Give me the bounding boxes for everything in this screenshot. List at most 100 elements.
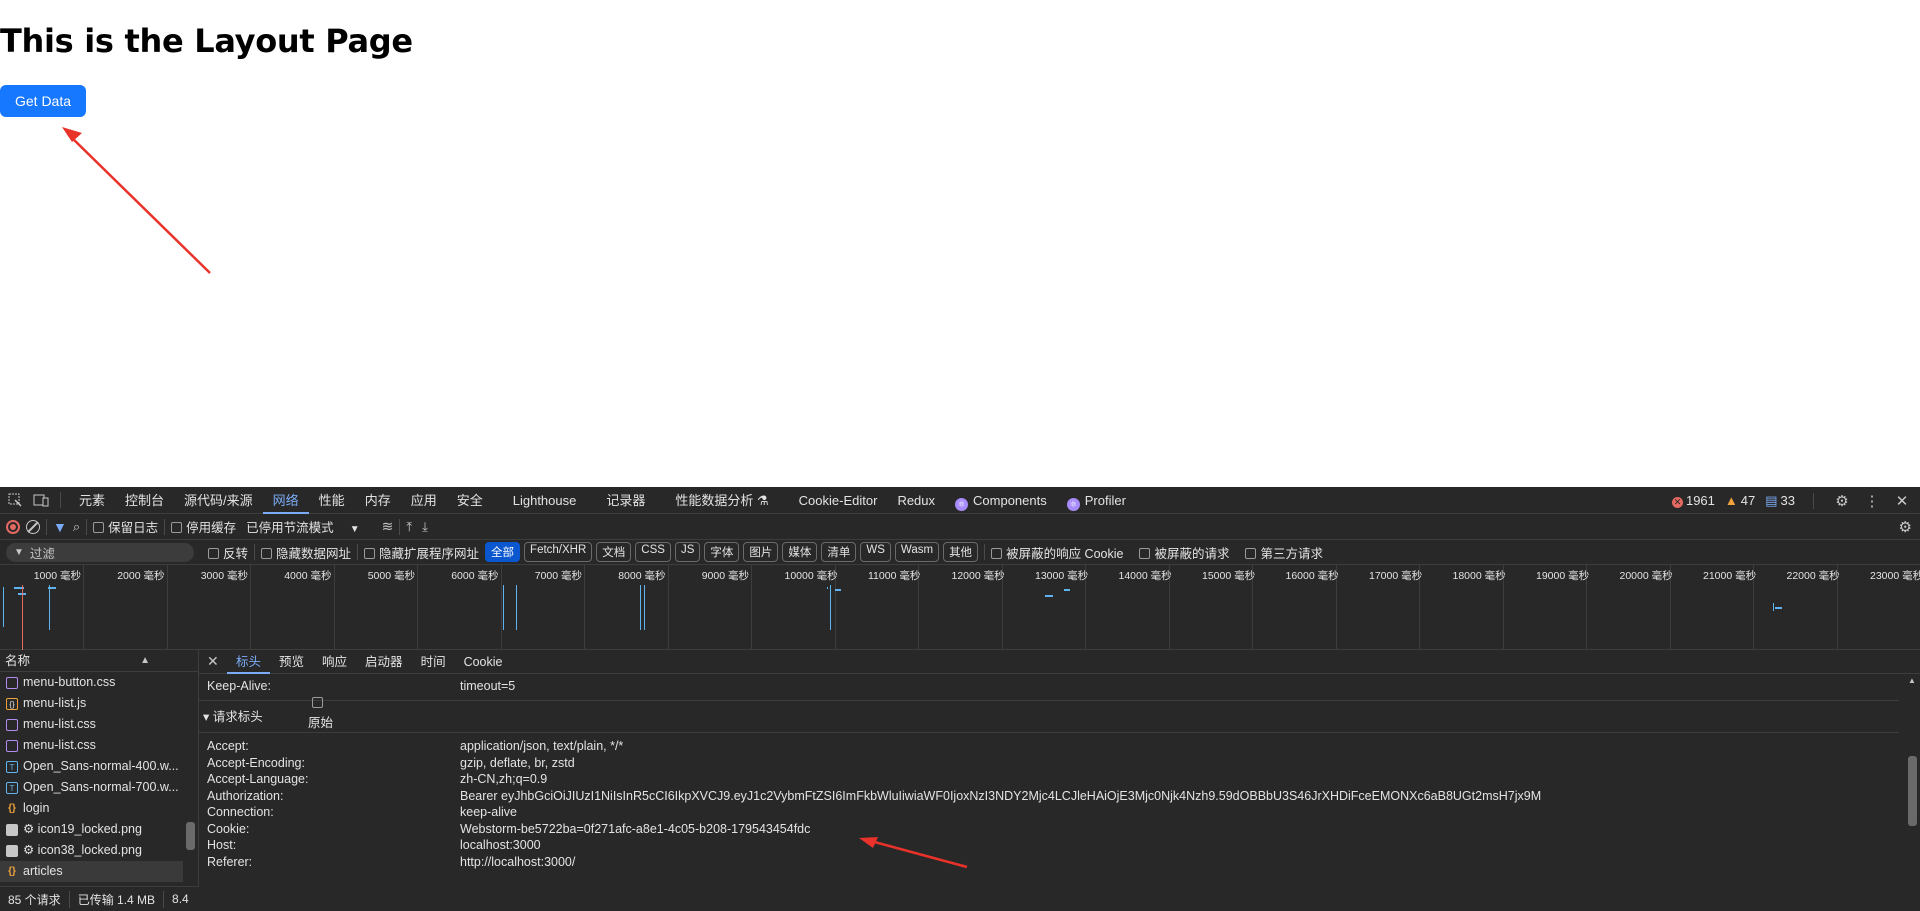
checkbox-icon[interactable] bbox=[261, 547, 273, 559]
raw-checkbox[interactable] bbox=[312, 697, 323, 708]
request-name: Open_Sans-normal-700.w... bbox=[23, 780, 179, 794]
type-filter-pill[interactable]: 字体 bbox=[704, 542, 740, 562]
checkbox-icon[interactable] bbox=[364, 547, 376, 559]
type-filter-pill[interactable]: 文档 bbox=[596, 542, 632, 562]
header-value[interactable]: zh-CN,zh;q=0.9 bbox=[460, 772, 547, 786]
devtools-tab[interactable]: ⚛ Profiler bbox=[1057, 487, 1136, 514]
devtools-tab[interactable]: 元素 bbox=[69, 487, 115, 514]
filter-input[interactable]: ▼ 过滤 bbox=[6, 542, 194, 562]
throttling-select[interactable]: 已停用节流模式 ▼ bbox=[246, 517, 359, 536]
disable-cache-checkbox[interactable]: 停用缓存 bbox=[171, 517, 236, 536]
request-row[interactable]: menu-button.css bbox=[0, 672, 183, 693]
message-count[interactable]: ▤ 33 bbox=[1765, 493, 1795, 509]
record-icon[interactable] bbox=[6, 519, 20, 534]
filter-funnel-icon[interactable]: ▼ bbox=[53, 519, 67, 535]
devtools-tab[interactable]: 性能 bbox=[309, 487, 355, 514]
header-value[interactable]: Bearer eyJhbGciOiJIUzI1NiIsInR5cCI6IkpXV… bbox=[460, 789, 1541, 803]
details-tab[interactable]: 启动器 bbox=[356, 650, 412, 674]
devtools-tab[interactable]: 内存 bbox=[355, 487, 401, 514]
devtools-tab[interactable]: ⚛ Components bbox=[945, 487, 1057, 514]
inspect-element-icon[interactable] bbox=[4, 489, 26, 511]
export-har-icon[interactable]: ⤓ bbox=[422, 519, 428, 535]
devtools-tab[interactable]: Redux bbox=[887, 487, 945, 514]
type-filter-pill[interactable]: 媒体 bbox=[782, 542, 818, 562]
warning-count[interactable]: ▲ 47 bbox=[1725, 493, 1755, 508]
request-row[interactable]: ⚙ icon19_locked.png bbox=[0, 819, 183, 840]
request-row[interactable]: menu-list.css bbox=[0, 714, 183, 735]
devtools-tab[interactable]: 源代码/来源 bbox=[174, 487, 263, 514]
details-tab[interactable]: 标头 bbox=[227, 650, 271, 674]
devtools-tab[interactable]: 安全 bbox=[447, 487, 493, 514]
header-value[interactable]: application/json, text/plain, */* bbox=[460, 739, 623, 753]
close-devtools-icon[interactable]: ✕ bbox=[1892, 492, 1912, 510]
devtools-tab[interactable]: Lighthouse bbox=[503, 487, 587, 514]
type-filter-pill[interactable]: 图片 bbox=[743, 542, 779, 562]
type-filter-pill[interactable]: 全部 bbox=[485, 542, 521, 562]
network-settings-gear-icon[interactable]: ⚙ bbox=[1899, 518, 1912, 536]
type-filter-pill[interactable]: 清单 bbox=[821, 542, 857, 562]
scrollbar-thumb[interactable] bbox=[186, 822, 195, 850]
third-party-checkbox[interactable]: 第三方请求 bbox=[1245, 543, 1323, 562]
scrollbar-thumb[interactable] bbox=[1908, 756, 1917, 826]
close-details-icon[interactable]: ✕ bbox=[207, 653, 227, 670]
request-row[interactable]: {} menu-list.js bbox=[0, 693, 183, 714]
checkbox-icon[interactable] bbox=[208, 547, 219, 559]
header-value[interactable]: keep-alive bbox=[460, 805, 517, 819]
type-filter-pill[interactable]: 其他 bbox=[943, 542, 979, 562]
checkbox-icon[interactable] bbox=[1139, 547, 1151, 559]
devtools-tab[interactable]: 控制台 bbox=[115, 487, 174, 514]
type-filter-pill[interactable]: Wasm bbox=[894, 542, 940, 562]
request-row[interactable]: T Open_Sans-normal-400.w... bbox=[0, 756, 183, 777]
names-column-header[interactable]: 名称 ▲ bbox=[0, 650, 198, 672]
header-key: Cookie: bbox=[207, 821, 250, 836]
type-filter-pill[interactable]: Fetch/XHR bbox=[524, 542, 593, 562]
header-value[interactable]: http://localhost:3000/ bbox=[460, 855, 575, 869]
devtools-tab[interactable]: 性能数据分析 ⚗ bbox=[665, 487, 778, 514]
header-value[interactable]: localhost:3000 bbox=[460, 838, 541, 852]
devtools-tab[interactable]: Cookie-Editor bbox=[789, 487, 888, 514]
blocked-cookies-checkbox[interactable]: 被屏蔽的响应 Cookie bbox=[991, 543, 1123, 562]
checkbox-icon[interactable] bbox=[93, 522, 105, 533]
checkbox-icon[interactable] bbox=[1245, 547, 1257, 559]
type-filter-pill[interactable]: JS bbox=[674, 542, 701, 562]
network-conditions-icon[interactable]: ≋ bbox=[382, 518, 394, 535]
blocked-requests-checkbox[interactable]: 被屏蔽的请求 bbox=[1139, 543, 1229, 562]
device-toggle-icon[interactable] bbox=[30, 489, 52, 511]
details-tab[interactable]: 预览 bbox=[270, 650, 313, 674]
request-row[interactable]: {} login bbox=[0, 798, 183, 819]
hide-ext-urls-checkbox[interactable]: 隐藏扩展程序网址 bbox=[364, 543, 479, 562]
devtools-tab[interactable]: 网络 bbox=[262, 487, 309, 514]
names-scrollbar[interactable] bbox=[183, 672, 198, 886]
scroll-up-icon[interactable]: ▲ bbox=[1908, 676, 1916, 685]
devtools-tab[interactable]: 应用 bbox=[401, 487, 447, 514]
error-count[interactable]: ✕ 1961 bbox=[1671, 493, 1715, 508]
type-filter-pill[interactable]: CSS bbox=[635, 542, 671, 562]
request-row[interactable]: {} articles bbox=[0, 861, 183, 882]
checkbox-icon[interactable] bbox=[991, 547, 1003, 559]
details-tab[interactable]: Cookie bbox=[455, 650, 512, 674]
settings-gear-icon[interactable]: ⚙ bbox=[1832, 492, 1852, 510]
hide-data-urls-checkbox[interactable]: 隐藏数据网址 bbox=[261, 543, 351, 562]
devtools-tab[interactable]: 记录器 bbox=[596, 487, 655, 514]
request-row[interactable]: ⚙ icon38_locked.png bbox=[0, 840, 183, 861]
invert-checkbox[interactable]: 反转 bbox=[208, 543, 248, 562]
search-icon[interactable]: ⌕ bbox=[73, 519, 80, 535]
details-tab[interactable]: 响应 bbox=[313, 650, 356, 674]
preserve-log-checkbox[interactable]: 保留日志 bbox=[93, 517, 158, 536]
request-row[interactable]: menu-list.css bbox=[0, 735, 183, 756]
header-value[interactable]: gzip, deflate, br, zstd bbox=[460, 756, 575, 770]
details-scrollbar[interactable]: ▲ bbox=[1904, 674, 1920, 886]
timeline-tick-label: 2000 毫秒 bbox=[117, 570, 165, 582]
devtools-tab-label: 元素 bbox=[79, 492, 106, 508]
request-headers-section[interactable]: ▾ 请求标头 bbox=[203, 706, 263, 725]
header-value[interactable]: Webstorm-be5722ba=0f271afc-a8e1-4c05-b20… bbox=[460, 822, 810, 836]
clear-icon[interactable] bbox=[26, 519, 40, 534]
request-row[interactable]: T Open_Sans-normal-700.w... bbox=[0, 777, 183, 798]
type-filter-pill[interactable]: WS bbox=[860, 542, 891, 562]
import-har-icon[interactable]: ⤒ bbox=[406, 519, 412, 535]
network-overview-timeline[interactable]: 1000 毫秒 2000 毫秒 3000 毫秒 4000 毫秒 5000 毫秒 6000 … bbox=[0, 565, 1920, 650]
get-data-button[interactable]: Get Data bbox=[0, 85, 86, 117]
details-tab[interactable]: 时间 bbox=[412, 650, 455, 674]
more-options-icon[interactable]: ⋮ bbox=[1862, 492, 1882, 510]
checkbox-icon[interactable] bbox=[171, 522, 183, 533]
